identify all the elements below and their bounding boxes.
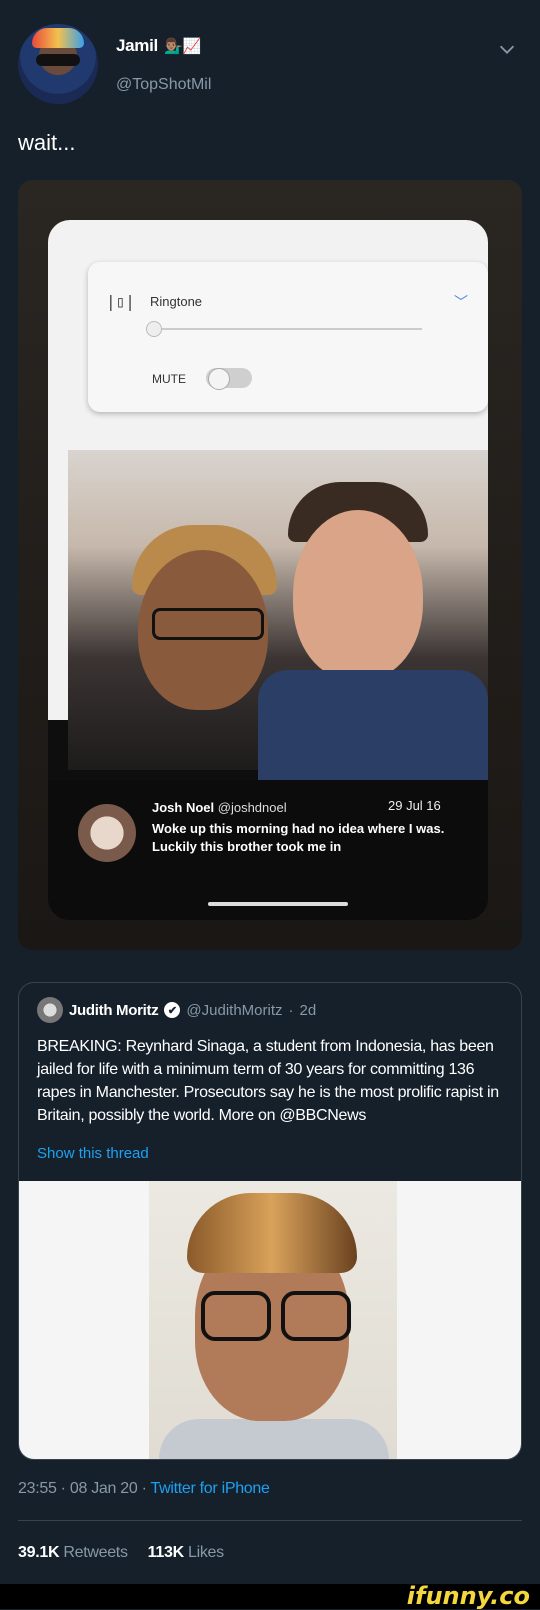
- caption-avatar: [78, 804, 136, 862]
- author-emoji: 💁🏽‍♂️📈: [163, 38, 202, 55]
- verified-icon: ✔: [164, 1002, 181, 1018]
- mute-label: MUTE: [152, 372, 186, 386]
- caption-author: Josh Noel @joshdnoel: [152, 800, 287, 815]
- glasses-icon: [152, 608, 264, 640]
- volume-slider-knob: [146, 321, 162, 337]
- author-name-row[interactable]: Jamil 💁🏽‍♂️📈: [116, 36, 201, 56]
- avatar-sunglasses: [36, 54, 80, 66]
- quoted-author-name: Judith Moritz: [69, 1001, 159, 1019]
- quoted-tweet-image[interactable]: [19, 1181, 521, 1459]
- avatar[interactable]: [18, 24, 98, 104]
- likes-label: Likes: [187, 1544, 224, 1561]
- quoted-timestamp: 2d: [299, 1001, 317, 1019]
- phone-screen: |▯| Ringtone ﹀ MUTE Josh Noel @joshdnoel…: [48, 220, 488, 920]
- person-face: [293, 510, 423, 680]
- retweets-stat[interactable]: 39.1K Retweets: [18, 1544, 128, 1562]
- avatar-hat: [32, 28, 84, 48]
- separator-dot: ·: [288, 1001, 294, 1019]
- mugshot-hair: [187, 1193, 357, 1273]
- caption-author-handle: @joshdnoel: [217, 800, 287, 815]
- tweet-timestamp[interactable]: 23:55 · 08 Jan 20 ·: [18, 1480, 150, 1497]
- person-shirt: [258, 670, 488, 790]
- likes-count: 113K: [147, 1544, 184, 1561]
- retweets-count: 39.1K: [18, 1544, 60, 1561]
- mugshot-photo: [149, 1181, 397, 1459]
- chevron-down-icon: ﹀: [454, 294, 468, 310]
- vibrate-icon: |▯|: [106, 292, 135, 311]
- quoted-tweet[interactable]: Judith Moritz ✔ @JudithMoritz · 2d BREAK…: [18, 982, 522, 1460]
- glasses-icon: [201, 1291, 271, 1341]
- footer-bar: ifunny.co: [0, 1582, 540, 1610]
- volume-slider: [152, 328, 422, 330]
- quoted-author-handle: @JudithMoritz: [186, 1001, 283, 1019]
- divider: [18, 1520, 522, 1521]
- show-thread-link[interactable]: Show this thread: [37, 1145, 149, 1162]
- glasses-icon: [281, 1291, 351, 1341]
- quoted-tweet-header: Judith Moritz ✔ @JudithMoritz · 2d: [37, 997, 316, 1023]
- chevron-down-icon[interactable]: [496, 38, 518, 60]
- quoted-avatar: [37, 997, 63, 1023]
- caption-text: Woke up this morning had no idea where I…: [152, 821, 445, 854]
- author-name[interactable]: Jamil: [116, 36, 158, 56]
- retweets-label: Retweets: [63, 1544, 128, 1561]
- caption-author-name: Josh Noel: [152, 800, 215, 815]
- volume-panel: |▯| Ringtone ﹀ MUTE: [88, 262, 488, 412]
- tweet-text: wait...: [18, 130, 76, 155]
- mute-toggle-knob: [208, 368, 230, 390]
- volume-panel-title: Ringtone: [150, 294, 203, 309]
- photo-caption: Josh Noel @joshdnoel 29 Jul 16 Woke up t…: [48, 780, 488, 920]
- caption-date: 29 Jul 16: [388, 798, 441, 813]
- tweet-header: Jamil 💁🏽‍♂️📈 @TopShotMil: [18, 24, 522, 108]
- quoted-tweet-text: BREAKING: Reynhard Sinaga, a student fro…: [37, 1038, 499, 1124]
- tweet-meta: 23:55 · 08 Jan 20 · Twitter for iPhone: [18, 1480, 270, 1498]
- tweet-stats: 39.1K Retweets 113K Likes: [18, 1544, 224, 1562]
- tweet-source[interactable]: Twitter for iPhone: [150, 1480, 269, 1497]
- home-indicator: [208, 902, 348, 906]
- mugshot-shirt: [159, 1419, 389, 1459]
- tweet-photo[interactable]: |▯| Ringtone ﹀ MUTE Josh Noel @joshdnoel…: [18, 180, 522, 950]
- likes-stat[interactable]: 113K Likes: [148, 1544, 224, 1562]
- author-handle[interactable]: @TopShotMil: [116, 76, 211, 94]
- ifunny-watermark: ifunny.co: [406, 1582, 530, 1610]
